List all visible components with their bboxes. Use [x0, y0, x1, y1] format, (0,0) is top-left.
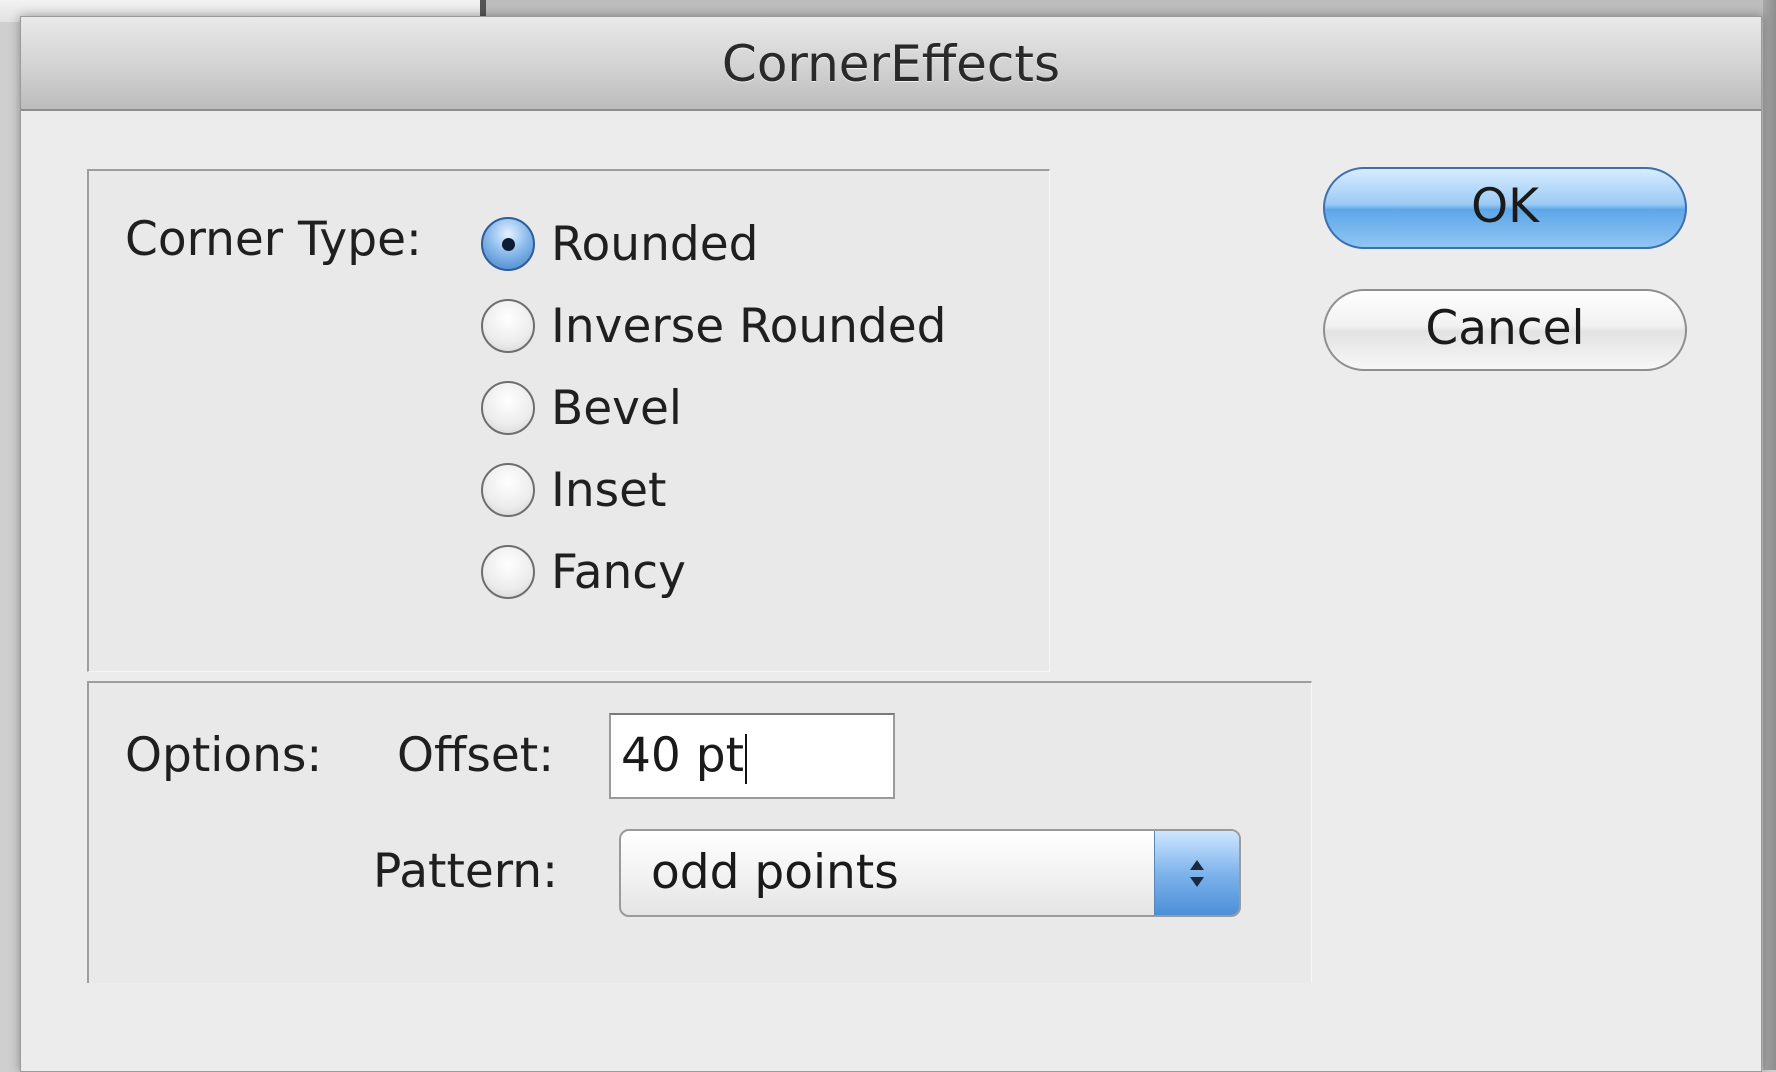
dialog-title: CornerEffects [721, 35, 1061, 93]
radio-inset[interactable]: Inset [481, 459, 666, 521]
arrow-up-icon [1190, 859, 1204, 870]
background-window-edge [1763, 0, 1776, 1070]
options-label: Options: [125, 728, 323, 783]
text-caret [745, 733, 748, 784]
radio-fancy-button[interactable] [481, 545, 535, 599]
up-down-arrows-icon[interactable] [1154, 831, 1239, 915]
corner-effects-dialog: CornerEffects Corner Type: Rounded Inver… [20, 16, 1762, 1072]
radio-rounded-button[interactable] [481, 217, 535, 271]
radio-fancy[interactable]: Fancy [481, 541, 686, 603]
radio-inverse-rounded-button[interactable] [481, 299, 535, 353]
radio-inverse-rounded-label: Inverse Rounded [551, 298, 947, 354]
radio-fancy-label: Fancy [551, 544, 686, 600]
offset-value: 40 pt [621, 728, 745, 783]
radio-inverse-rounded[interactable]: Inverse Rounded [481, 295, 947, 357]
radio-rounded[interactable]: Rounded [481, 213, 758, 275]
radio-rounded-label: Rounded [551, 216, 759, 272]
pattern-select[interactable]: odd points [619, 829, 1241, 917]
arrow-down-icon [1190, 876, 1204, 887]
pattern-label: Pattern: [373, 844, 558, 899]
pattern-selected-value: odd points [651, 845, 899, 900]
offset-input[interactable]: 40 pt [609, 713, 895, 799]
radio-bevel-button[interactable] [481, 381, 535, 435]
corner-type-label: Corner Type: [125, 212, 422, 267]
radio-inset-label: Inset [551, 462, 667, 518]
radio-bevel[interactable]: Bevel [481, 377, 682, 439]
ok-button[interactable]: OK [1323, 167, 1687, 249]
dialog-titlebar: CornerEffects [21, 17, 1761, 111]
radio-inset-button[interactable] [481, 463, 535, 517]
cancel-button[interactable]: Cancel [1323, 289, 1687, 371]
offset-label: Offset: [397, 728, 555, 783]
radio-bevel-label: Bevel [551, 380, 682, 436]
